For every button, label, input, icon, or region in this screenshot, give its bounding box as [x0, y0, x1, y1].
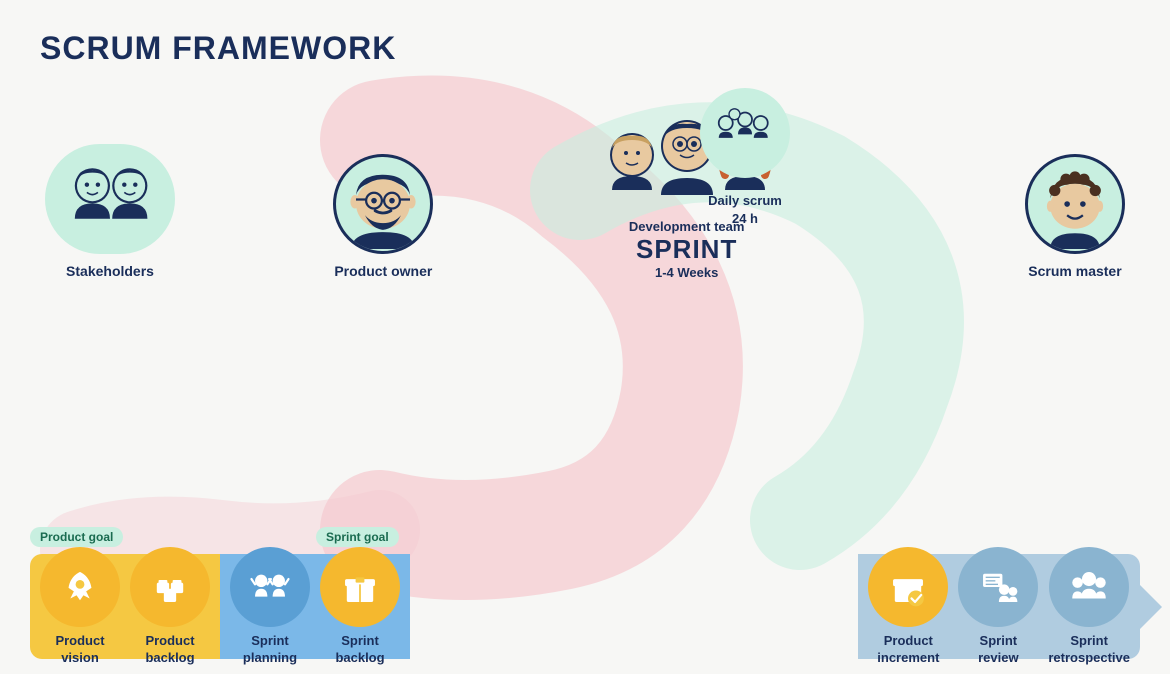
product-increment-circle — [868, 547, 948, 627]
product-vision-label: Product vision — [55, 633, 104, 667]
scrum-master-icon — [1030, 159, 1120, 249]
sprint-main-label: SPRINT — [629, 234, 745, 265]
sprint-planning-label: Sprint planning — [243, 633, 297, 667]
sprint-backlog-circle — [320, 547, 400, 627]
product-vision-circle — [40, 547, 120, 627]
product-increment-item: Product increment — [868, 547, 948, 667]
sprint-backlog-item: Sprint backlog — [320, 547, 400, 667]
daily-scrum-icon — [710, 106, 780, 161]
product-backlog-circle — [130, 547, 210, 627]
boxes-icon — [148, 565, 192, 609]
sprint-review-label: Sprint review — [978, 633, 1018, 667]
product-owner-avatar — [333, 154, 433, 254]
product-increment-label: Product increment — [877, 633, 939, 667]
sprint-goal-tag: Sprint goal — [316, 527, 399, 547]
sprint-review-item: Sprint review — [958, 547, 1038, 667]
box-icon — [338, 565, 382, 609]
sprint-review-circle — [958, 547, 1038, 627]
sprint-planning-item: Sprint planning — [230, 547, 310, 667]
review-team-icon — [976, 565, 1020, 609]
product-backlog-item: Product backlog — [130, 547, 210, 667]
daily-scrum-label: Daily scrum 24 h — [708, 192, 782, 228]
stakeholders-icon — [55, 154, 165, 244]
product-owner-icon — [338, 159, 428, 249]
sprint-weeks-label: 1-4 Weeks — [629, 265, 745, 280]
sprint-retrospective-label: Sprint retrospective — [1048, 633, 1130, 667]
retro-team-icon — [1067, 565, 1111, 609]
stakeholders-label: Stakeholders — [66, 262, 154, 280]
scrum-master-label: Scrum master — [1028, 262, 1121, 280]
page-container: SCRUM FRAMEWORK — [0, 0, 1170, 674]
stakeholders-item: Stakeholders — [30, 144, 190, 280]
sprint-backlog-label: Sprint backlog — [335, 633, 384, 667]
product-vision-item: Product vision — [40, 547, 120, 667]
sprint-retrospective-circle — [1049, 547, 1129, 627]
product-goal-tag: Product goal — [30, 527, 123, 547]
scrum-master-item: Scrum master — [1010, 154, 1140, 280]
scrum-master-avatar — [1025, 154, 1125, 254]
rocket-icon — [58, 565, 102, 609]
product-owner-label: Product owner — [334, 262, 432, 280]
arrow-tip — [1140, 585, 1162, 629]
daily-scrum-avatar — [700, 88, 790, 178]
daily-scrum-area: Daily scrum 24 h — [700, 88, 790, 228]
product-backlog-label: Product backlog — [145, 633, 194, 667]
product-owner-item: Product owner — [323, 154, 443, 280]
sprint-planning-circle — [230, 547, 310, 627]
check-box-icon — [886, 565, 930, 609]
stakeholders-avatar — [45, 144, 175, 254]
sprint-retrospective-item: Sprint retrospective — [1048, 547, 1130, 667]
team-icon — [248, 565, 292, 609]
